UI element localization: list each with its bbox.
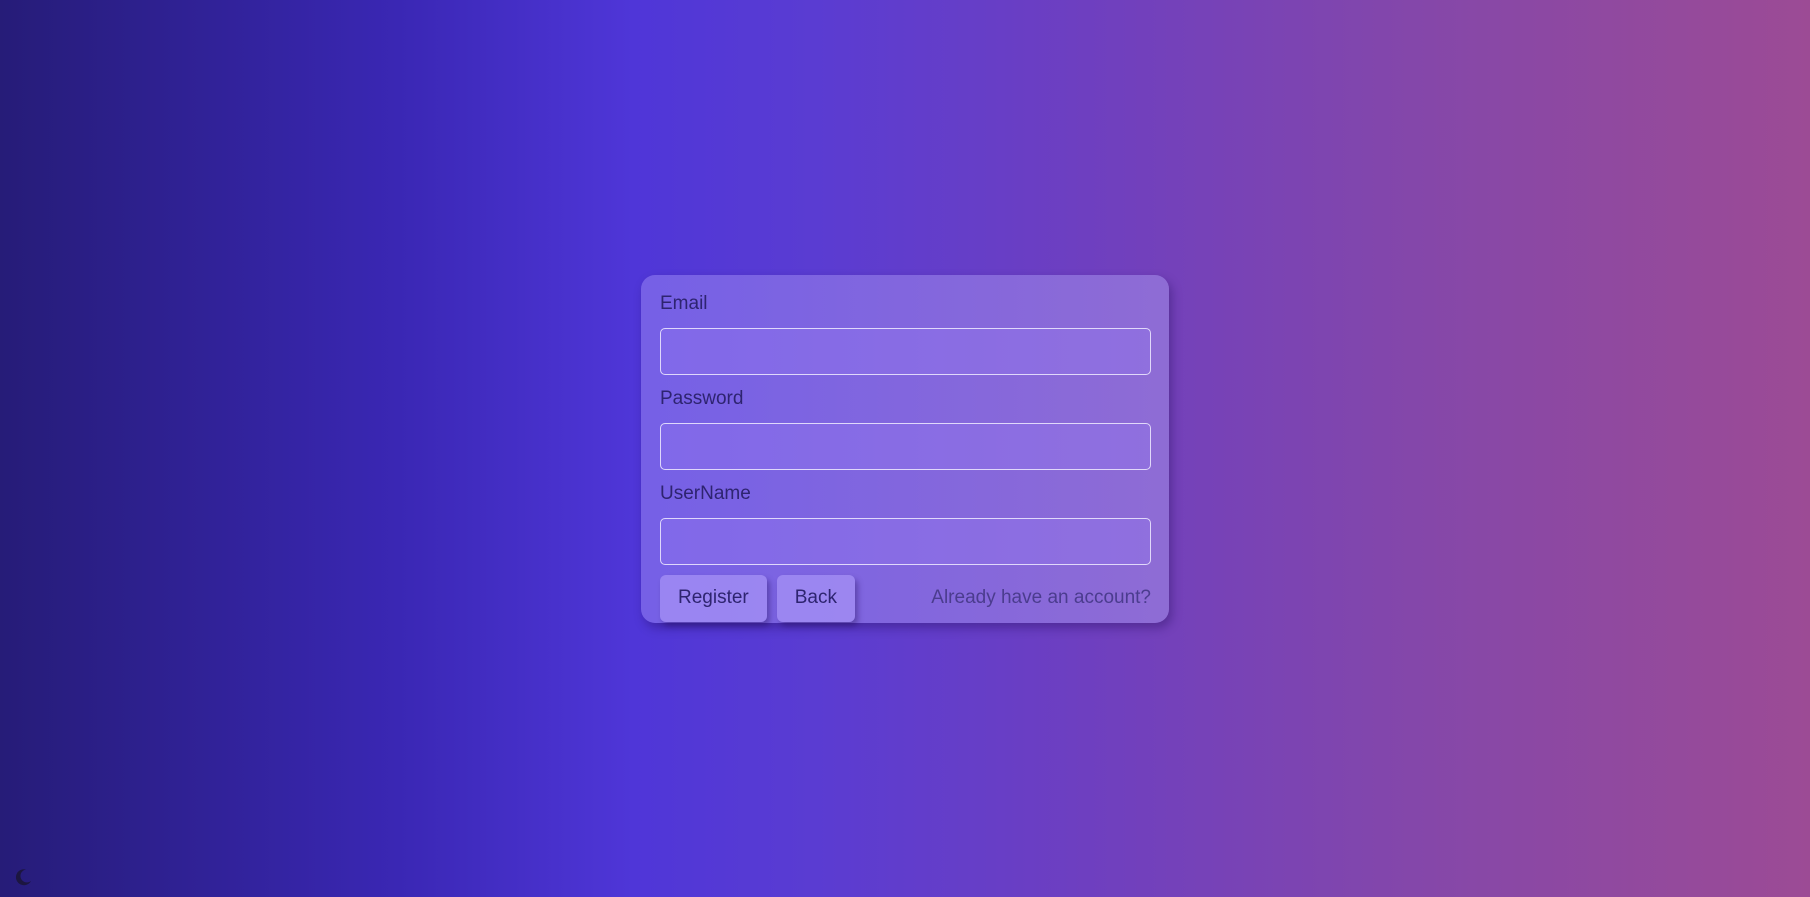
login-link[interactable]: Already have an account? <box>931 587 1151 609</box>
theme-toggle-button[interactable] <box>12 866 34 888</box>
register-card: Email Password UserName Register Back Al… <box>641 275 1169 623</box>
email-field[interactable] <box>660 328 1151 375</box>
username-label: UserName <box>660 483 751 504</box>
username-field[interactable] <box>660 518 1151 565</box>
form-actions: Register Back Already have an account? <box>660 574 1151 622</box>
register-button[interactable]: Register <box>660 574 767 622</box>
password-field[interactable] <box>660 423 1151 470</box>
moon-icon <box>15 869 31 886</box>
back-button[interactable]: Back <box>776 574 855 622</box>
email-label: Email <box>660 293 708 314</box>
password-label: Password <box>660 388 744 409</box>
